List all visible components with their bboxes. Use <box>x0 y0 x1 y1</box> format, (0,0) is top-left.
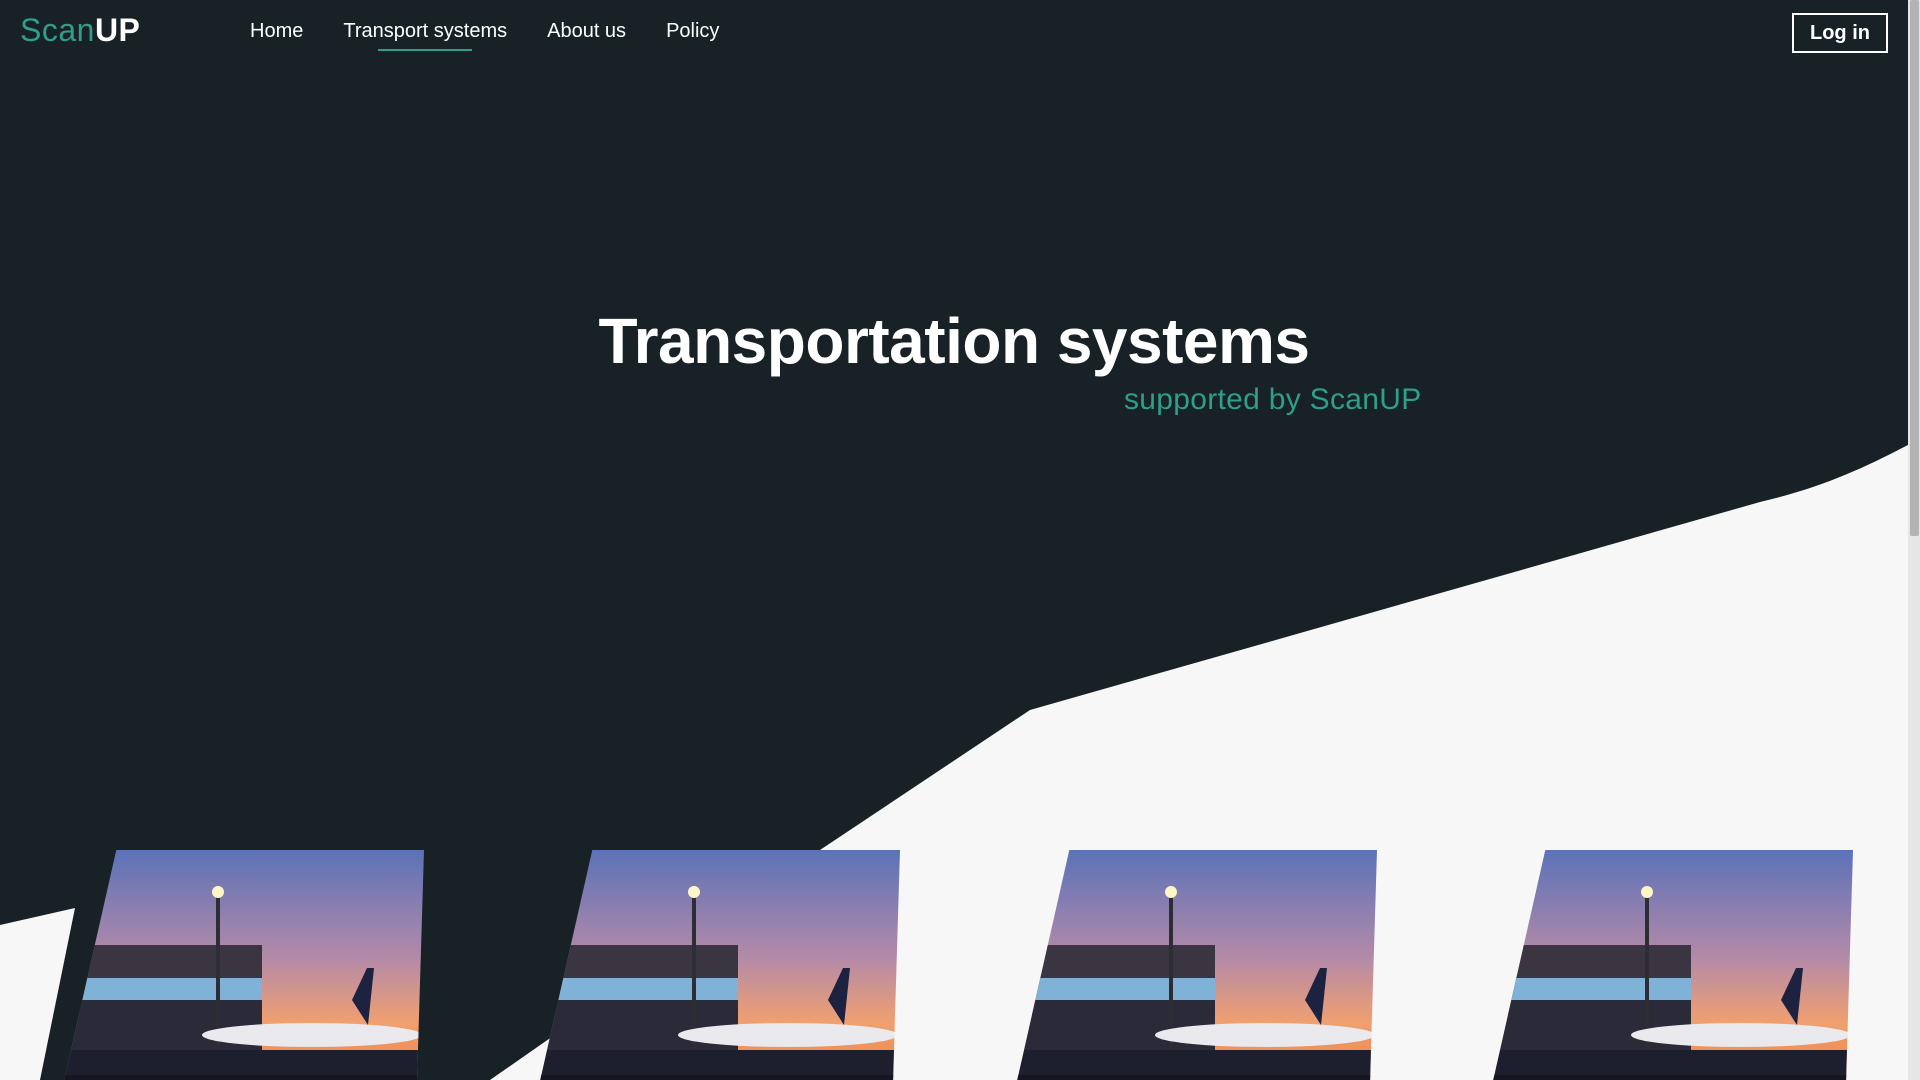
navbar: ScanUP Home Transport systems About us P… <box>0 0 1908 66</box>
nav-link-about-us[interactable]: About us <box>547 20 626 51</box>
login-button[interactable]: Log in <box>1792 13 1888 53</box>
transport-card[interactable] <box>62 850 424 1080</box>
nav-link-transport-systems[interactable]: Transport systems <box>343 20 507 51</box>
logo-text-scan: Scan <box>20 12 95 48</box>
nav-link-policy[interactable]: Policy <box>666 20 719 51</box>
scanup-logo[interactable]: ScanUP <box>20 12 140 49</box>
nav-links: Home Transport systems About us Policy <box>250 20 719 51</box>
airport-plane-image <box>1015 850 1377 1080</box>
transport-card[interactable] <box>1491 850 1853 1080</box>
airport-plane-image <box>1491 850 1853 1080</box>
logo-text-up: UP <box>94 12 141 48</box>
page-scrollbar[interactable] <box>1908 0 1920 1080</box>
airport-plane-image <box>62 850 424 1080</box>
scrollbar-thumb[interactable] <box>1910 0 1919 536</box>
transport-card[interactable] <box>538 850 900 1080</box>
nav-link-home[interactable]: Home <box>250 20 303 51</box>
transport-card[interactable] <box>1015 850 1377 1080</box>
hero-subtitle: supported by ScanUP <box>1124 383 1422 416</box>
hero-title: Transportation systems <box>598 305 1311 377</box>
airport-plane-image <box>538 850 900 1080</box>
